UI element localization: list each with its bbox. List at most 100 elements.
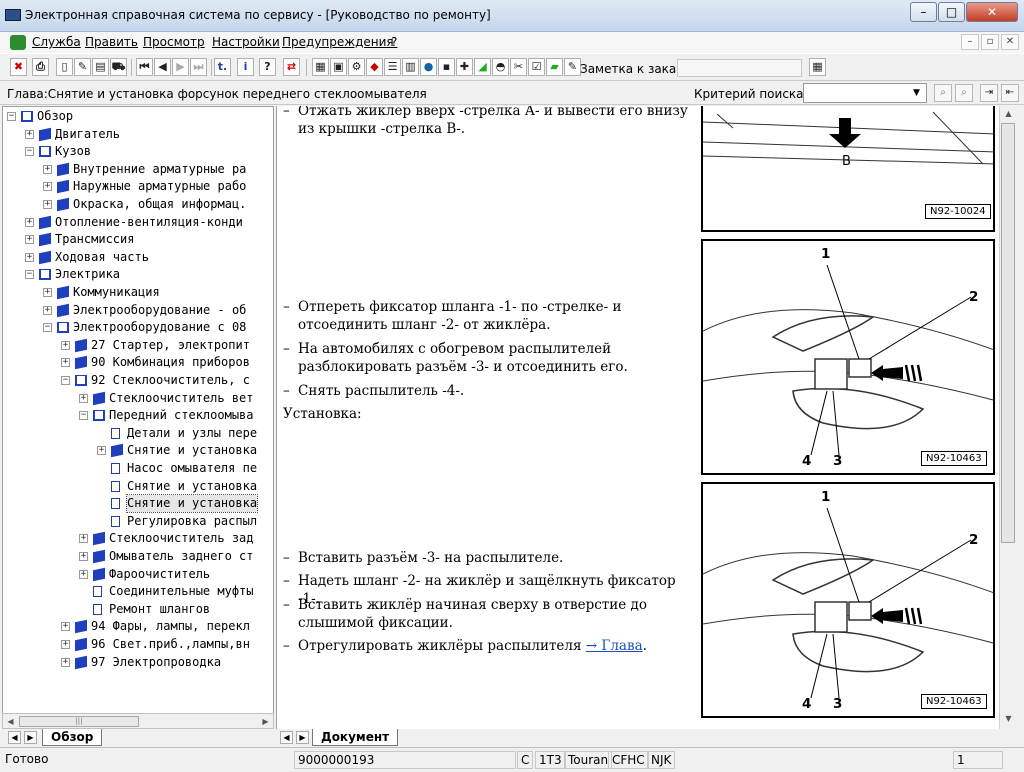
close-button[interactable]: ✕	[966, 2, 1018, 22]
scroll-down-icon[interactable]: ▼	[1002, 712, 1015, 725]
expand-icon[interactable]: +	[43, 200, 52, 209]
expand-icon[interactable]: +	[79, 393, 88, 403]
grid-icon[interactable]: ▣	[330, 58, 347, 76]
car-icon[interactable]: ⛟	[110, 58, 127, 76]
new-page-icon[interactable]: ▯	[56, 58, 73, 76]
swap-icon[interactable]: ⇄	[283, 58, 300, 76]
menu-view[interactable]: Просмотр	[143, 35, 205, 49]
folder-icon[interactable]: ▤	[92, 58, 109, 76]
tree-item[interactable]: + Внутренние арматурные ра	[3, 161, 273, 178]
collapse-icon[interactable]: −	[25, 147, 34, 157]
list-icon[interactable]: ☰	[384, 58, 401, 76]
tree-item[interactable]: − Электрика	[3, 266, 273, 283]
tree-item[interactable]: Соединительные муфты	[3, 583, 273, 600]
collapse-icon[interactable]: ⇤	[1001, 84, 1019, 102]
tree-item[interactable]: Насос омывателя пе	[3, 460, 273, 477]
edit-page-icon[interactable]: ✎	[74, 58, 91, 76]
scroll-thumb[interactable]	[1001, 123, 1015, 543]
tools2-icon[interactable]: ✂	[510, 58, 527, 76]
document-vertical-scrollbar[interactable]: ▲ ▼	[999, 106, 1016, 729]
tab-prev-icon[interactable]: ◀	[280, 731, 293, 744]
car2-icon[interactable]: ◓	[492, 58, 509, 76]
tree-item[interactable]: +97 Электропроводка	[3, 654, 273, 671]
expand-icon[interactable]: +	[25, 235, 34, 245]
last-page-icon[interactable]: ⏭	[190, 58, 207, 76]
tab-next-icon[interactable]: ▶	[24, 731, 37, 744]
collapse-icon[interactable]: −	[79, 411, 88, 421]
tree-item[interactable]: − Обзор	[3, 108, 273, 125]
checklist-icon[interactable]: ☑	[528, 58, 545, 76]
tree-horizontal-scrollbar[interactable]: ◀ ||| ▶	[2, 713, 274, 729]
expand-icon[interactable]: +	[43, 182, 52, 192]
diamond-icon[interactable]: ◆	[366, 58, 383, 76]
first-page-icon[interactable]: ⏮	[136, 58, 153, 76]
tree-item[interactable]: +94 Фары, лампы, перекл	[3, 618, 273, 635]
search-criteria-combo[interactable]: ▼	[803, 83, 927, 103]
mdi-restore-button[interactable]: ▫	[981, 34, 999, 50]
menu-service[interactable]: Служба	[32, 35, 81, 49]
expand-icon[interactable]: +	[79, 569, 88, 579]
expand-icon[interactable]: +	[79, 534, 88, 544]
expand-icon[interactable]: +	[79, 552, 88, 561]
tree-item[interactable]: + Наружные арматурные рабо	[3, 178, 273, 195]
expand-icon[interactable]: +	[25, 129, 34, 139]
tree-item[interactable]: Снятие и установка	[3, 494, 273, 514]
mdi-close-button[interactable]: ✕	[1001, 34, 1019, 50]
chevron-down-icon[interactable]: ▼	[909, 86, 924, 100]
info-icon[interactable]: i	[237, 58, 254, 76]
expand-icon[interactable]: ⇥	[980, 84, 998, 102]
search-forward-icon[interactable]: ⌕	[934, 84, 952, 102]
calendar-icon[interactable]: ▦	[809, 58, 826, 76]
tab-next-icon[interactable]: ▶	[296, 731, 309, 744]
menu-warnings[interactable]: Предупреждения	[282, 35, 394, 49]
tools-icon[interactable]: ✚	[456, 58, 473, 76]
expand-icon[interactable]: +	[43, 305, 52, 315]
search-back-icon[interactable]: ⌕	[955, 84, 973, 102]
disk-icon[interactable]: ▪	[438, 58, 455, 76]
tree-item[interactable]: − Кузов	[3, 143, 273, 160]
expand-icon[interactable]: +	[97, 446, 106, 456]
next-page-icon[interactable]: ▶	[172, 58, 189, 76]
collapse-icon[interactable]: −	[25, 270, 34, 280]
scroll-thumb[interactable]: |||	[19, 716, 139, 727]
prev-page-icon[interactable]: ◀	[154, 58, 171, 76]
expand-icon[interactable]: +	[61, 358, 70, 368]
book-icon[interactable]: ▰	[546, 58, 563, 76]
order-note-input[interactable]	[677, 59, 802, 77]
help-icon[interactable]: ?	[259, 58, 276, 76]
tree-item[interactable]: + Стеклоочиститель зад	[3, 530, 273, 547]
collapse-icon[interactable]: −	[61, 376, 70, 385]
tree-item[interactable]: + Омыватель заднего ст	[3, 548, 273, 565]
chapter-link[interactable]: → Глава	[586, 638, 643, 654]
tree-item[interactable]: + Трансмиссия	[3, 231, 273, 248]
maximize-button[interactable]: □	[938, 2, 965, 22]
tree-item[interactable]: − Передний стеклоомыва	[3, 407, 273, 424]
expand-icon[interactable]: +	[61, 340, 70, 350]
table-icon[interactable]: ▥	[402, 58, 419, 76]
tree-item[interactable]: +27 Стартер, электропит	[3, 337, 273, 354]
tab-prev-icon[interactable]: ◀	[8, 731, 21, 744]
collapse-icon[interactable]: −	[7, 112, 16, 121]
tree-item[interactable]: Снятие и установка	[3, 478, 273, 495]
tree-item[interactable]: +90 Комбинация приборов	[3, 354, 273, 371]
tree-item[interactable]: Детали и узлы пере	[3, 425, 273, 442]
wrench-icon[interactable]: ◢	[474, 58, 491, 76]
tab-overview[interactable]: Обзор	[42, 729, 103, 746]
expand-icon[interactable]: +	[61, 640, 70, 649]
print-icon[interactable]: ⎙	[32, 58, 49, 76]
tree-item[interactable]: + Двигатель	[3, 126, 273, 143]
calculator-icon[interactable]: ▦	[312, 58, 329, 76]
tree-item[interactable]: + Окраска, общая информац.	[3, 196, 273, 213]
tree-item[interactable]: Ремонт шлангов	[3, 601, 273, 618]
expand-icon[interactable]: +	[25, 217, 34, 227]
scroll-left-icon[interactable]: ◀	[4, 715, 17, 728]
gear-icon[interactable]: ⚙	[348, 58, 365, 76]
expand-icon[interactable]: +	[61, 657, 70, 667]
tree-item[interactable]: − Электрооборудование с 08	[3, 319, 273, 336]
scroll-right-icon[interactable]: ▶	[259, 715, 272, 728]
tree-item[interactable]: + Ходовая часть	[3, 249, 273, 266]
mdi-minimize-button[interactable]: –	[961, 34, 979, 50]
tree-item[interactable]: − 92 Стеклоочиститель, с	[3, 372, 273, 389]
tree-item[interactable]: +96 Свет.приб.,лампы,вн	[3, 636, 273, 653]
menu-help[interactable]: ?	[391, 35, 397, 49]
